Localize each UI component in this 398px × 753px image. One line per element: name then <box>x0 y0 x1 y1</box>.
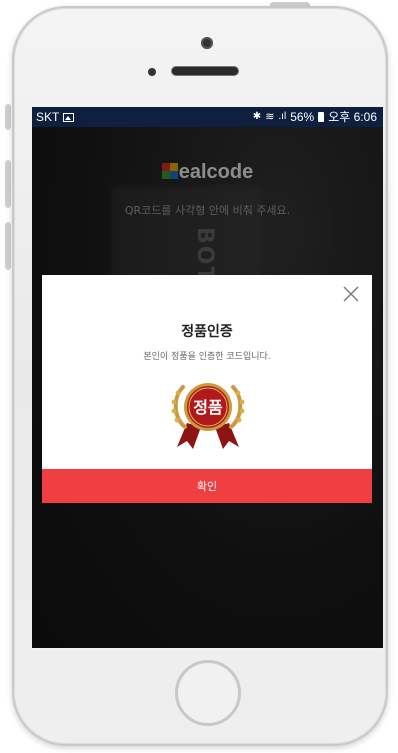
dialog-title: 정품인증 <box>181 324 233 340</box>
home-button[interactable] <box>175 660 241 726</box>
earpiece-speaker <box>171 66 239 76</box>
screen-bottom-edge <box>32 648 383 651</box>
front-camera <box>201 37 213 49</box>
mute-switch <box>5 104 11 130</box>
phone-screen: SKT ✱ ≋ .ıl 56% 오후 6:06 BOTAN DTOX <box>32 107 383 651</box>
status-left: SKT <box>36 107 75 127</box>
authentication-dialog: 정품인증 본인이 정품을 인증한 코드입니다. 정품 확인 <box>42 275 372 503</box>
gallery-notification-icon <box>63 112 75 122</box>
volume-down-button <box>5 222 11 270</box>
status-bar: SKT ✱ ≋ .ıl 56% 오후 6:06 <box>32 107 383 127</box>
signal-icon: .ıl <box>278 111 287 122</box>
status-right: ✱ ≋ .ıl 56% 오후 6:06 <box>253 107 377 127</box>
wifi-icon: ≋ <box>265 111 275 123</box>
device-mockup: SKT ✱ ≋ .ıl 56% 오후 6:06 BOTAN DTOX <box>0 0 398 753</box>
battery-percent: 56% <box>290 110 315 124</box>
status-time: 오후 6:06 <box>328 110 377 124</box>
battery-icon <box>318 112 325 122</box>
volume-up-button <box>5 160 11 208</box>
dialog-message: 본인이 정품을 인증한 코드입니다. <box>143 352 271 362</box>
confirm-button[interactable]: 확인 <box>42 469 372 503</box>
proximity-sensor <box>148 68 156 76</box>
badge-text: 정품 <box>193 398 223 417</box>
close-icon[interactable] <box>342 285 360 303</box>
nfc-icon: ✱ <box>252 111 262 122</box>
carrier-label: SKT <box>36 110 60 124</box>
genuine-badge-icon: 정품 <box>171 383 245 449</box>
